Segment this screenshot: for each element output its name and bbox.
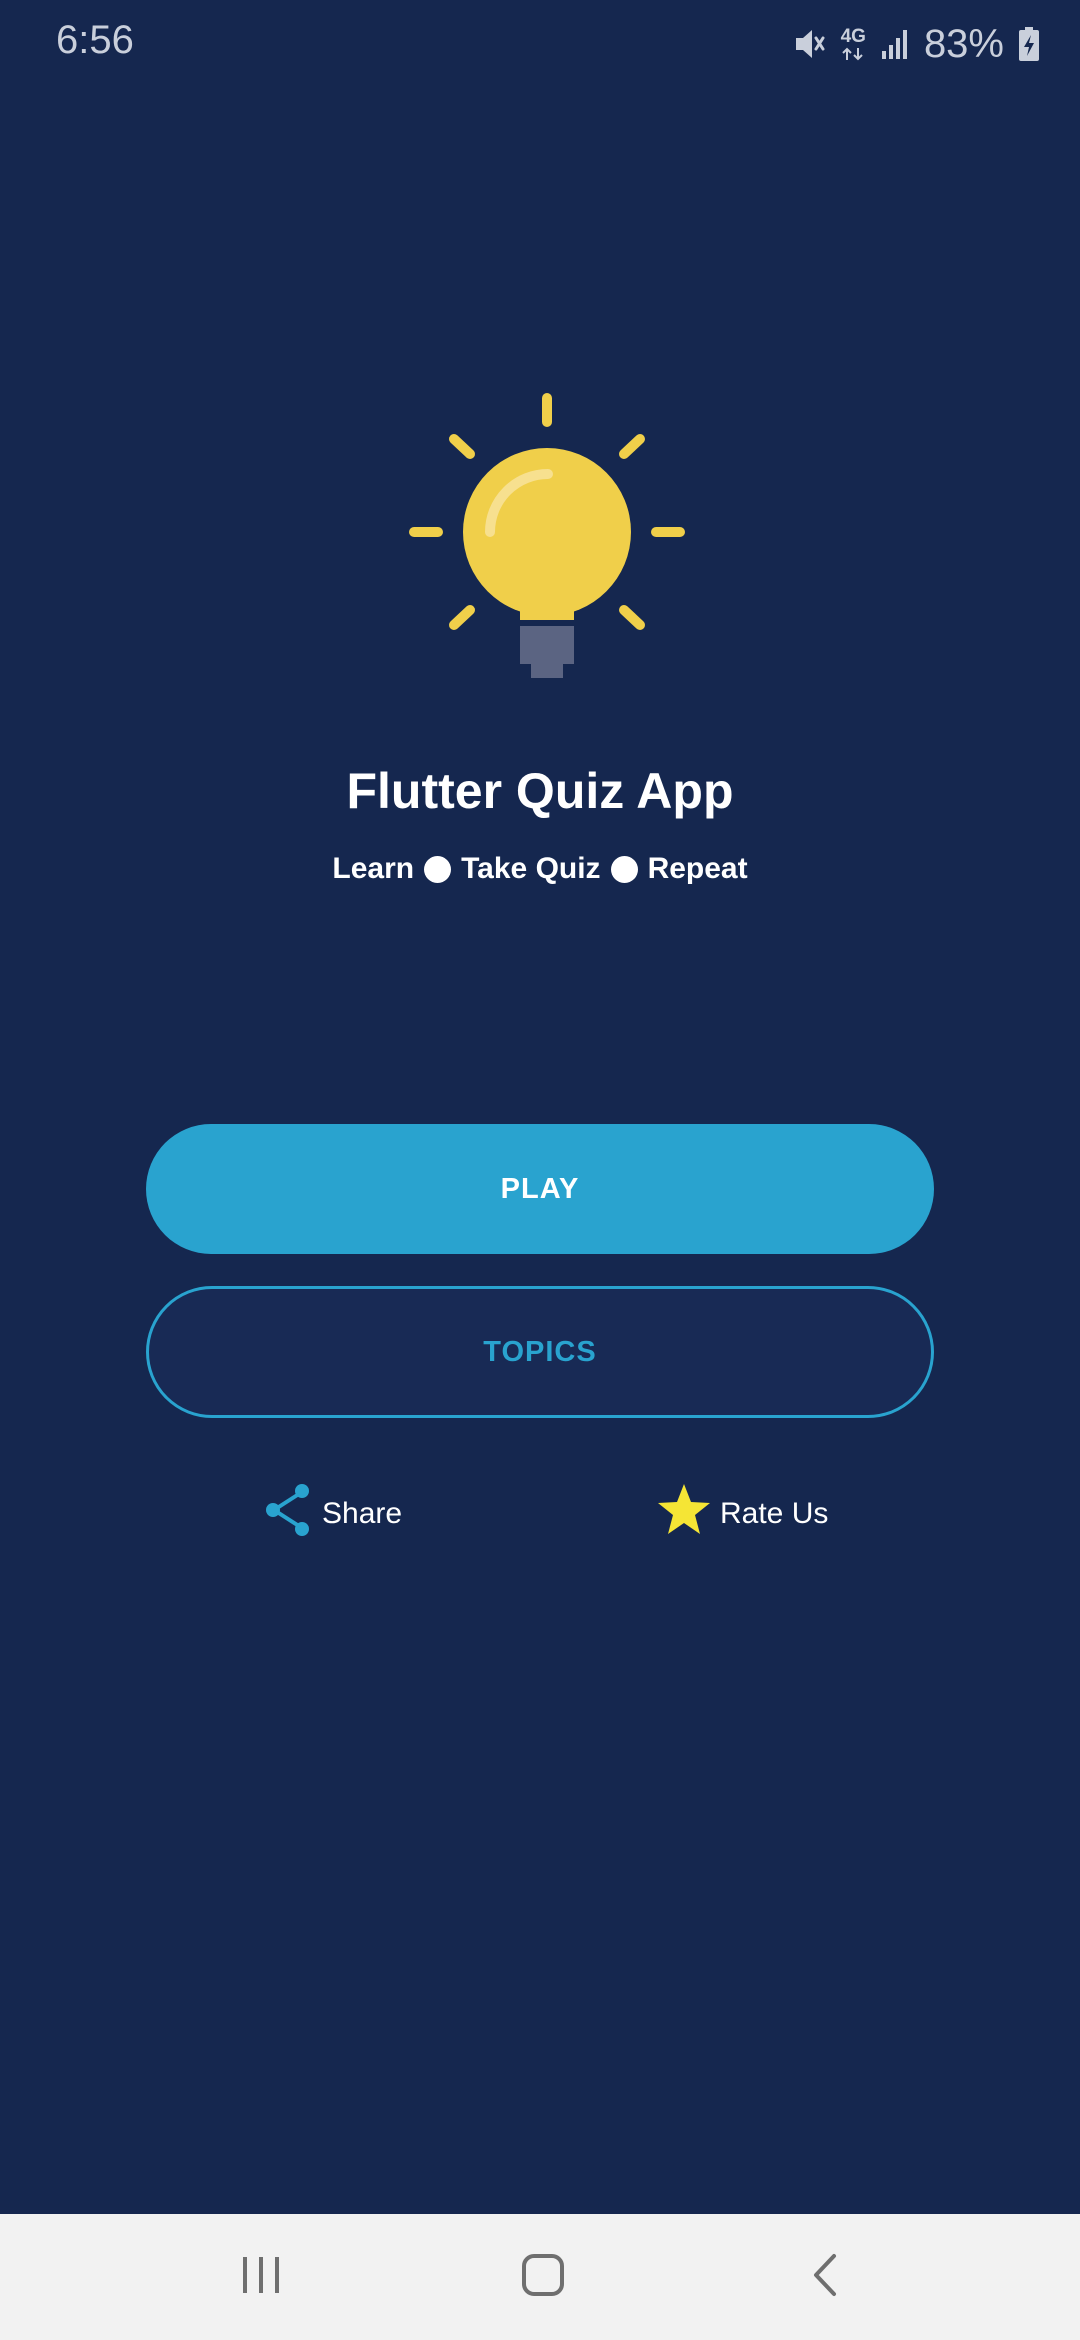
play-button[interactable]: PLAY [146,1124,934,1254]
home-icon [520,2252,566,2303]
home-button[interactable] [498,2242,588,2312]
status-time: 6:56 [56,18,134,62]
network-label: 4G [840,25,866,47]
recent-apps-icon [239,2255,283,2300]
star-icon [656,1482,712,1546]
tagline-take-quiz: Take Quiz [461,852,601,885]
navigation-bar [0,2214,1080,2340]
tagline-repeat: Repeat [647,852,748,885]
status-bar: 6:56 4G 83% [0,0,1080,88]
tagline: Learn Take Quiz Repeat [0,852,1080,886]
topics-button[interactable]: TOPICS [146,1286,934,1418]
share-label: Share [322,1497,403,1530]
back-button[interactable] [780,2242,870,2312]
app-title: Flutter Quiz App [346,763,734,819]
lightbulb-icon [400,390,700,690]
recent-apps-button[interactable] [216,2242,306,2312]
status-icons: 4G 83% [793,18,1040,70]
bullet-dot [610,855,638,883]
tagline-learn: Learn [332,852,415,885]
battery-charging-icon [1018,26,1040,62]
network-4g-icon: 4G [841,27,866,62]
rate-us-label: Rate Us [720,1497,829,1530]
rate-us-button[interactable]: Rate Us [656,1484,828,1544]
mute-icon [793,25,827,63]
signal-icon [880,27,910,61]
battery-percent: 83% [923,21,1004,66]
share-button[interactable]: Share [262,1484,402,1544]
share-icon [262,1482,314,1546]
bullet-dot [424,855,452,883]
back-icon [810,2252,840,2303]
